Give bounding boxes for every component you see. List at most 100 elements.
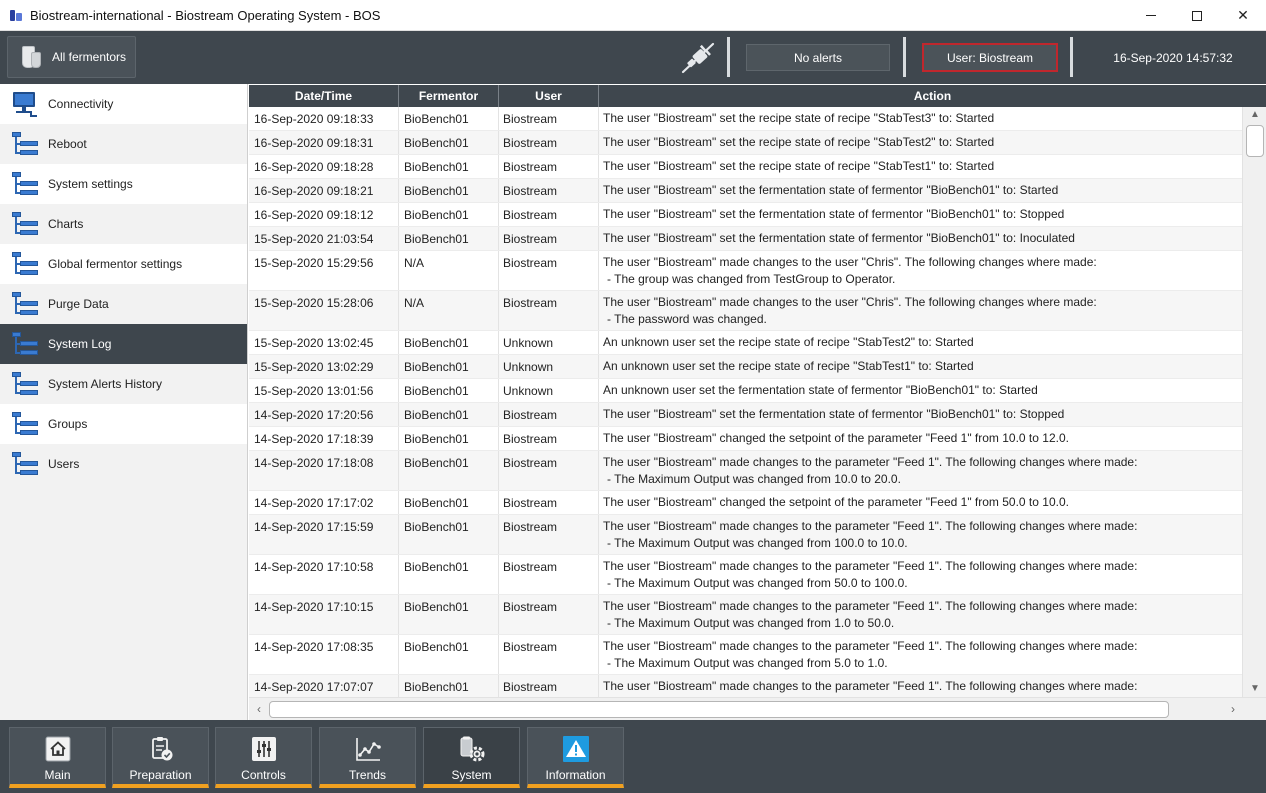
cell-user: Biostream bbox=[499, 107, 599, 130]
maximize-button[interactable] bbox=[1174, 0, 1220, 31]
tree-icon bbox=[10, 331, 40, 357]
table-row[interactable]: 15-Sep-2020 15:29:56 N/A Biostream The user… bbox=[249, 251, 1242, 291]
action-detail-text: - The group was changed from TestGroup t… bbox=[607, 272, 896, 286]
all-fermentors-button[interactable]: All fermentors bbox=[7, 36, 136, 78]
sidebar-item-system-settings[interactable]: System settings bbox=[0, 164, 247, 204]
horizontal-scroll-thumb[interactable] bbox=[269, 701, 1169, 718]
table-row[interactable]: 16-Sep-2020 09:18:33 BioBench01 Biostream T… bbox=[249, 107, 1242, 131]
tree-icon bbox=[10, 291, 40, 317]
system-gear-icon bbox=[460, 736, 485, 762]
cell-user: Unknown bbox=[499, 331, 599, 354]
cell-datetime: 14-Sep-2020 17:07:07 bbox=[249, 675, 399, 697]
table-row[interactable]: 15-Sep-2020 13:02:29 BioBench01 Unknown An … bbox=[249, 355, 1242, 379]
scroll-down-icon[interactable]: ▼ bbox=[1249, 683, 1261, 695]
sidebar-item-label: System settings bbox=[48, 177, 133, 191]
action-text: The user "Biostream" set the recipe stat… bbox=[603, 111, 995, 125]
nav-preparation-button[interactable]: Preparation bbox=[112, 727, 209, 788]
window-title: Biostream-international - Biostream Oper… bbox=[30, 7, 381, 23]
cell-action: An unknown user set the fermentation sta… bbox=[599, 379, 1242, 402]
table-row[interactable]: 16-Sep-2020 09:18:31 BioBench01 Biostream T… bbox=[249, 131, 1242, 155]
cell-user: Biostream bbox=[499, 291, 599, 330]
action-text: The user "Biostream" made changes to the… bbox=[603, 599, 1138, 613]
action-detail-text: - The password was changed. bbox=[607, 312, 767, 326]
nav-information-button[interactable]: Information bbox=[527, 727, 624, 788]
nav-main-button[interactable]: Main bbox=[9, 727, 106, 788]
nav-trends-button[interactable]: Trends bbox=[319, 727, 416, 788]
vertical-scrollbar[interactable]: ▲ ▼ bbox=[1242, 107, 1266, 697]
table-row[interactable]: 15-Sep-2020 13:02:45 BioBench01 Unknown An … bbox=[249, 331, 1242, 355]
table-row[interactable]: 14-Sep-2020 17:18:08 BioBench01 Biostream T… bbox=[249, 451, 1242, 491]
cell-datetime: 15-Sep-2020 21:03:54 bbox=[249, 227, 399, 250]
column-header-user[interactable]: User bbox=[499, 85, 599, 107]
toolbar-separator bbox=[1070, 37, 1073, 77]
close-button[interactable]: ✕ bbox=[1220, 0, 1266, 31]
cell-action: An unknown user set the recipe state of … bbox=[599, 355, 1242, 378]
cell-datetime: 15-Sep-2020 13:02:45 bbox=[249, 331, 399, 354]
action-text: An unknown user set the recipe state of … bbox=[603, 359, 974, 373]
cell-user: Biostream bbox=[499, 675, 599, 697]
cell-user: Biostream bbox=[499, 555, 599, 594]
cell-fermentor: BioBench01 bbox=[399, 675, 499, 697]
column-header-action[interactable]: Action bbox=[599, 85, 1266, 107]
cell-action: The user "Biostream" made changes to the… bbox=[599, 555, 1242, 594]
table-row[interactable]: 14-Sep-2020 17:17:02 BioBench01 Biostream T… bbox=[249, 491, 1242, 515]
column-header-datetime[interactable]: Date/Time bbox=[249, 85, 399, 107]
cell-fermentor: BioBench01 bbox=[399, 131, 499, 154]
cell-user: Biostream bbox=[499, 427, 599, 450]
sidebar-item-connectivity[interactable]: Connectivity bbox=[0, 84, 247, 124]
scroll-up-icon[interactable]: ▲ bbox=[1249, 109, 1261, 121]
table-row[interactable]: 14-Sep-2020 17:15:59 BioBench01 Biostream T… bbox=[249, 515, 1242, 555]
tree-icon bbox=[10, 211, 40, 237]
action-detail-text: - The Maximum Output was changed from 10… bbox=[607, 472, 901, 486]
cell-datetime: 15-Sep-2020 15:28:06 bbox=[249, 291, 399, 330]
table-row[interactable]: 15-Sep-2020 21:03:54 BioBench01 Biostream T… bbox=[249, 227, 1242, 251]
nav-label: Controls bbox=[241, 768, 286, 782]
disconnected-plug-icon bbox=[681, 42, 715, 74]
sidebar-item-global-fermentor-settings[interactable]: Global fermentor settings bbox=[0, 244, 247, 284]
table-row[interactable]: 14-Sep-2020 17:10:15 BioBench01 Biostream T… bbox=[249, 595, 1242, 635]
cell-action: The user "Biostream" changed the setpoin… bbox=[599, 491, 1242, 514]
minimize-button[interactable] bbox=[1128, 0, 1174, 31]
sidebar-item-purge-data[interactable]: Purge Data bbox=[0, 284, 247, 324]
table-row[interactable]: 14-Sep-2020 17:20:56 BioBench01 Biostream T… bbox=[249, 403, 1242, 427]
sidebar-item-label: System Log bbox=[48, 337, 112, 351]
table-row[interactable]: 15-Sep-2020 15:28:06 N/A Biostream The user… bbox=[249, 291, 1242, 331]
column-header-fermentor[interactable]: Fermentor bbox=[399, 85, 499, 107]
nav-label: Trends bbox=[349, 768, 386, 782]
table-row[interactable]: 14-Sep-2020 17:08:35 BioBench01 Biostream T… bbox=[249, 635, 1242, 675]
sidebar-item-system-alerts-history[interactable]: System Alerts History bbox=[0, 364, 247, 404]
sidebar-item-reboot[interactable]: Reboot bbox=[0, 124, 247, 164]
table-row[interactable]: 14-Sep-2020 17:18:39 BioBench01 Biostream T… bbox=[249, 427, 1242, 451]
cell-fermentor: BioBench01 bbox=[399, 203, 499, 226]
sidebar-item-system-log[interactable]: System Log bbox=[0, 324, 247, 364]
nav-system-button[interactable]: System bbox=[423, 727, 520, 788]
cell-datetime: 14-Sep-2020 17:15:59 bbox=[249, 515, 399, 554]
user-button[interactable]: User: Biostream bbox=[922, 43, 1058, 72]
cell-fermentor: BioBench01 bbox=[399, 107, 499, 130]
vertical-scroll-thumb[interactable] bbox=[1246, 125, 1264, 157]
toolbar-separator bbox=[903, 37, 906, 77]
alerts-status[interactable]: No alerts bbox=[746, 44, 890, 71]
scroll-left-icon[interactable]: ‹ bbox=[252, 702, 266, 716]
action-text: The user "Biostream" made changes to the… bbox=[603, 519, 1138, 533]
sidebar-item-label: Purge Data bbox=[48, 297, 109, 311]
table-header: Date/Time Fermentor User Action bbox=[249, 85, 1266, 107]
sidebar-item-groups[interactable]: Groups bbox=[0, 404, 247, 444]
horizontal-scrollbar[interactable]: ‹ › bbox=[249, 697, 1266, 720]
table-row[interactable]: 16-Sep-2020 09:18:28 BioBench01 Biostream T… bbox=[249, 155, 1242, 179]
sidebar-item-users[interactable]: Users bbox=[0, 444, 247, 484]
cell-user: Biostream bbox=[499, 491, 599, 514]
nav-label: Main bbox=[44, 768, 71, 782]
table-row[interactable]: 14-Sep-2020 17:07:07 BioBench01 Biostream T… bbox=[249, 675, 1242, 697]
toolbar-separator bbox=[727, 37, 730, 77]
cell-datetime: 16-Sep-2020 09:18:31 bbox=[249, 131, 399, 154]
sidebar-item-charts[interactable]: Charts bbox=[0, 204, 247, 244]
table-row[interactable]: 16-Sep-2020 09:18:12 BioBench01 Biostream T… bbox=[249, 203, 1242, 227]
cell-datetime: 14-Sep-2020 17:20:56 bbox=[249, 403, 399, 426]
table-row[interactable]: 16-Sep-2020 09:18:21 BioBench01 Biostream T… bbox=[249, 179, 1242, 203]
table-row[interactable]: 15-Sep-2020 13:01:56 BioBench01 Unknown An … bbox=[249, 379, 1242, 403]
nav-controls-button[interactable]: Controls bbox=[215, 727, 312, 788]
table-row[interactable]: 14-Sep-2020 17:10:58 BioBench01 Biostream T… bbox=[249, 555, 1242, 595]
cell-fermentor: BioBench01 bbox=[399, 179, 499, 202]
scroll-right-icon[interactable]: › bbox=[1226, 702, 1240, 716]
